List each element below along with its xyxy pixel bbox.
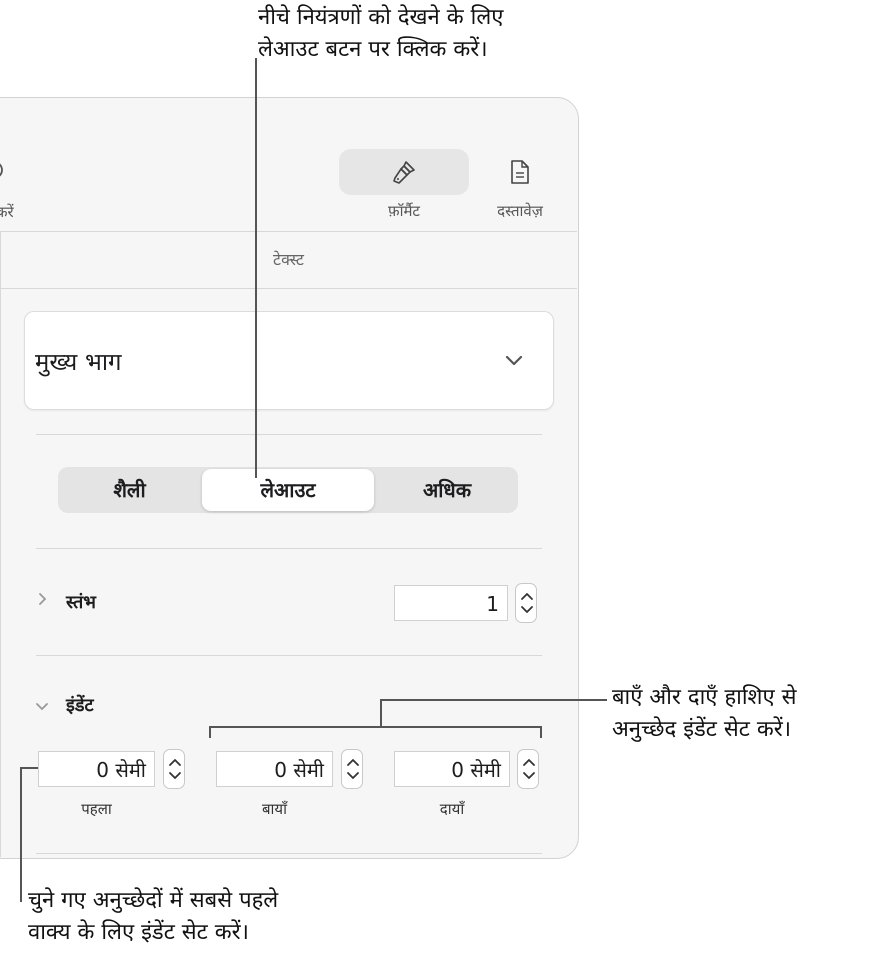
panel-left-divider [0, 231, 1, 857]
callout-bottom-line1: चुने गए अनुच्छेदों में सबसे पहले [28, 888, 279, 913]
partial-toolbar-icon [0, 160, 4, 187]
first-indent-stepper[interactable] [163, 749, 185, 789]
chevron-down-icon [505, 352, 523, 371]
paintbrush-icon [339, 149, 469, 189]
format-button[interactable] [339, 149, 469, 195]
tab-more[interactable]: अधिक [376, 467, 518, 513]
toolbar-divider [0, 231, 577, 232]
bracket-horizontal [209, 726, 542, 728]
right-indent-label: दायाँ [439, 800, 465, 818]
callout-top-leader [255, 58, 257, 478]
left-indent-field[interactable]: 0 सेमी [216, 751, 333, 787]
tab-layout[interactable]: लेआउट [202, 469, 374, 511]
document-button[interactable] [480, 159, 560, 189]
paragraph-style-popup[interactable]: मुख्य भाग [24, 311, 554, 410]
format-button-label: फ़ॉर्मैट [388, 202, 420, 220]
document-button-label: दस्तावेज़ [497, 202, 543, 220]
columns-label: स्तंभ [66, 592, 96, 613]
columns-stepper[interactable] [515, 583, 537, 623]
bottom-callout-leader-horizontal [20, 767, 38, 769]
divider-2 [36, 548, 542, 549]
divider-1 [36, 434, 542, 435]
format-tab-control: शैली लेआउट अधिक [58, 467, 518, 513]
indents-label: इंडेंट [66, 695, 94, 716]
section-title: टेक्स्ट [273, 250, 304, 269]
bottom-callout-leader-vertical [20, 767, 22, 902]
columns-disclosure-icon[interactable] [38, 591, 48, 610]
left-indent-stepper[interactable] [341, 749, 363, 789]
paragraph-style-name: मुख्य भाग [35, 348, 122, 376]
callout-top-line1: नीचे नियंत्रणों को देखने के लिए [258, 5, 504, 30]
first-indent-label: पहला [81, 800, 112, 818]
columns-field[interactable]: 1 [394, 585, 508, 621]
callout-top-line2: लेआउट बटन पर क्लिक करें। [258, 37, 488, 62]
right-callout-leader [380, 699, 607, 701]
callout-right-line2: अनुच्छेद इंडेंट सेट करें। [612, 717, 792, 742]
bracket-left-tick [209, 726, 211, 738]
divider-4 [36, 853, 542, 854]
section-header-divider [0, 288, 577, 289]
indents-disclosure-icon[interactable] [35, 697, 49, 716]
first-indent-field[interactable]: 0 सेमी [38, 751, 155, 787]
bracket-right-tick [540, 726, 542, 738]
partial-toolbar-label: करें [0, 203, 14, 221]
document-icon [480, 159, 560, 189]
bracket-stem [380, 699, 382, 727]
tab-style[interactable]: शैली [58, 467, 201, 513]
callout-bottom-line2: वाक्य के लिए इंडेंट सेट करें। [28, 920, 249, 945]
right-indent-field[interactable]: 0 सेमी [394, 751, 510, 787]
callout-right-line1: बाएँ और दाएँ हाशिए से [612, 685, 797, 710]
right-indent-stepper[interactable] [517, 749, 539, 789]
left-indent-label: बायाँ [261, 800, 288, 818]
divider-3 [36, 655, 542, 656]
